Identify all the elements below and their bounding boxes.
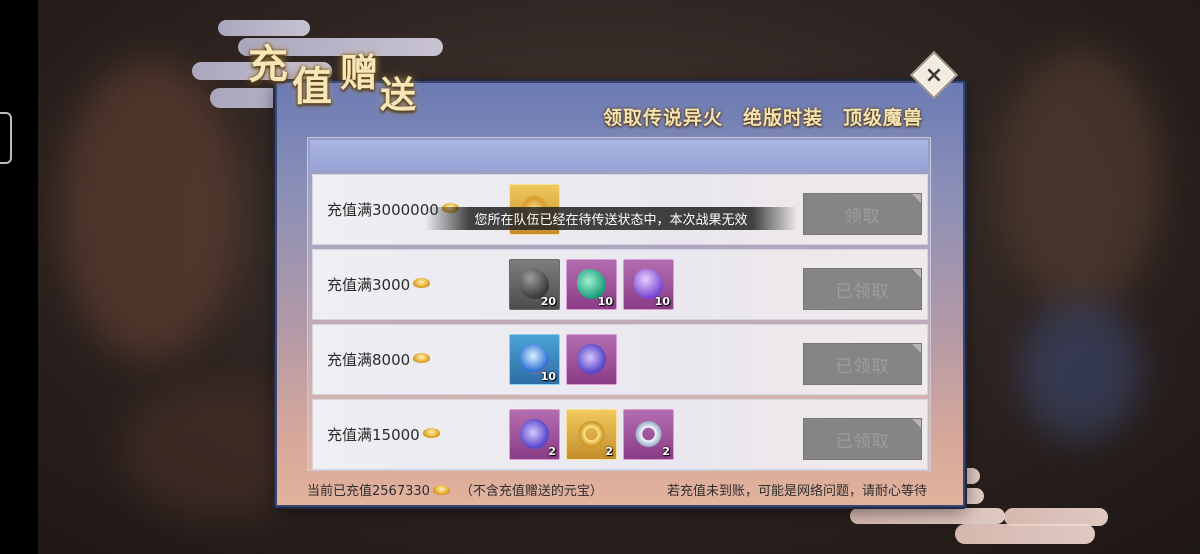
title-char: 送 xyxy=(380,74,417,116)
gray-ore-icon[interactable]: 20 xyxy=(509,259,560,310)
banner-text: 领取传说异火 xyxy=(602,107,723,129)
item-quantity: 2 xyxy=(662,445,670,458)
close-icon: × xyxy=(924,62,944,88)
reward-items: 10 xyxy=(509,334,617,385)
ingot-icon xyxy=(413,352,431,363)
network-hint: 若充值未到账，可能是网络问题，请耐心等待 xyxy=(666,484,927,499)
reward-row: 充值满3000 20 10 10 已领取 xyxy=(312,249,928,320)
threshold-text: 充值满8000 xyxy=(327,351,411,369)
banner-text: 顶级魔兽 xyxy=(842,107,923,129)
claimed-button[interactable]: 已领取 xyxy=(803,418,922,460)
violet-crystal-icon[interactable]: 10 xyxy=(623,259,674,310)
title-char: 充 xyxy=(248,41,288,88)
reward-row: 充值满15000 2 2 2 已领取 xyxy=(312,399,928,470)
gold-ring-icon[interactable]: 2 xyxy=(566,409,617,460)
recharge-note: （不含充值赠送的元宝） xyxy=(459,484,603,499)
azure-flame-gem-icon[interactable]: 10 xyxy=(509,334,560,385)
recharge-status: 当前已充值2567330 （不含充值赠送的元宝） xyxy=(307,480,603,499)
item-quantity: 2 xyxy=(605,445,613,458)
cloud-decoration xyxy=(955,524,1095,544)
device-edge-indicator xyxy=(0,112,12,164)
purple-pouch-icon[interactable] xyxy=(566,334,617,385)
recharged-text: 当前已充值2567330 xyxy=(307,484,430,499)
title-char: 赠 xyxy=(340,50,379,95)
bg-blur xyxy=(1000,50,1160,310)
title-char: 值 xyxy=(292,63,332,110)
item-quantity: 10 xyxy=(654,295,670,308)
list-header-strip xyxy=(310,140,928,170)
purple-pouch-icon[interactable]: 2 xyxy=(509,409,560,460)
recharged-amount: 当前已充值2567330 xyxy=(307,480,450,499)
reward-threshold: 充值满3000 xyxy=(327,250,431,319)
reward-row: 充值满8000 10 已领取 xyxy=(312,324,928,395)
promo-banner: 领取传说异火 绝版时装 顶级魔兽 xyxy=(603,103,923,130)
reward-threshold: 充值满15000 xyxy=(327,400,440,469)
reward-items: 20 10 10 xyxy=(509,259,674,310)
jade-crystal-icon[interactable]: 10 xyxy=(566,259,617,310)
bg-blur xyxy=(1020,300,1140,440)
threshold-text: 充值满3000000 xyxy=(327,201,439,219)
item-quantity: 2 xyxy=(548,445,556,458)
item-quantity: 10 xyxy=(540,370,556,383)
claimed-button[interactable]: 已领取 xyxy=(803,343,922,385)
ingot-icon xyxy=(413,277,431,288)
silver-ring-icon[interactable]: 2 xyxy=(623,409,674,460)
toast-message: 您所在队伍已经在待传送状态中，本次战果无效 xyxy=(425,207,797,230)
cloud-decoration xyxy=(850,508,1005,524)
reward-threshold: 充值满8000 xyxy=(327,325,431,394)
item-quantity: 10 xyxy=(597,295,613,308)
reward-items: 2 2 2 xyxy=(509,409,674,460)
item-quantity: 20 xyxy=(540,295,556,308)
threshold-text: 充值满3000 xyxy=(327,276,411,294)
reward-list: 充值满3000000 领取 充值满3000 20 10 10 已领取 充值满80… xyxy=(307,137,931,471)
ingot-icon xyxy=(432,485,450,495)
claimed-button[interactable]: 已领取 xyxy=(803,268,922,310)
threshold-text: 充值满15000 xyxy=(327,426,420,444)
banner-text: 绝版时装 xyxy=(742,107,823,129)
claim-button[interactable]: 领取 xyxy=(803,193,922,235)
device-left-bar xyxy=(0,0,38,554)
ingot-icon xyxy=(422,427,440,438)
